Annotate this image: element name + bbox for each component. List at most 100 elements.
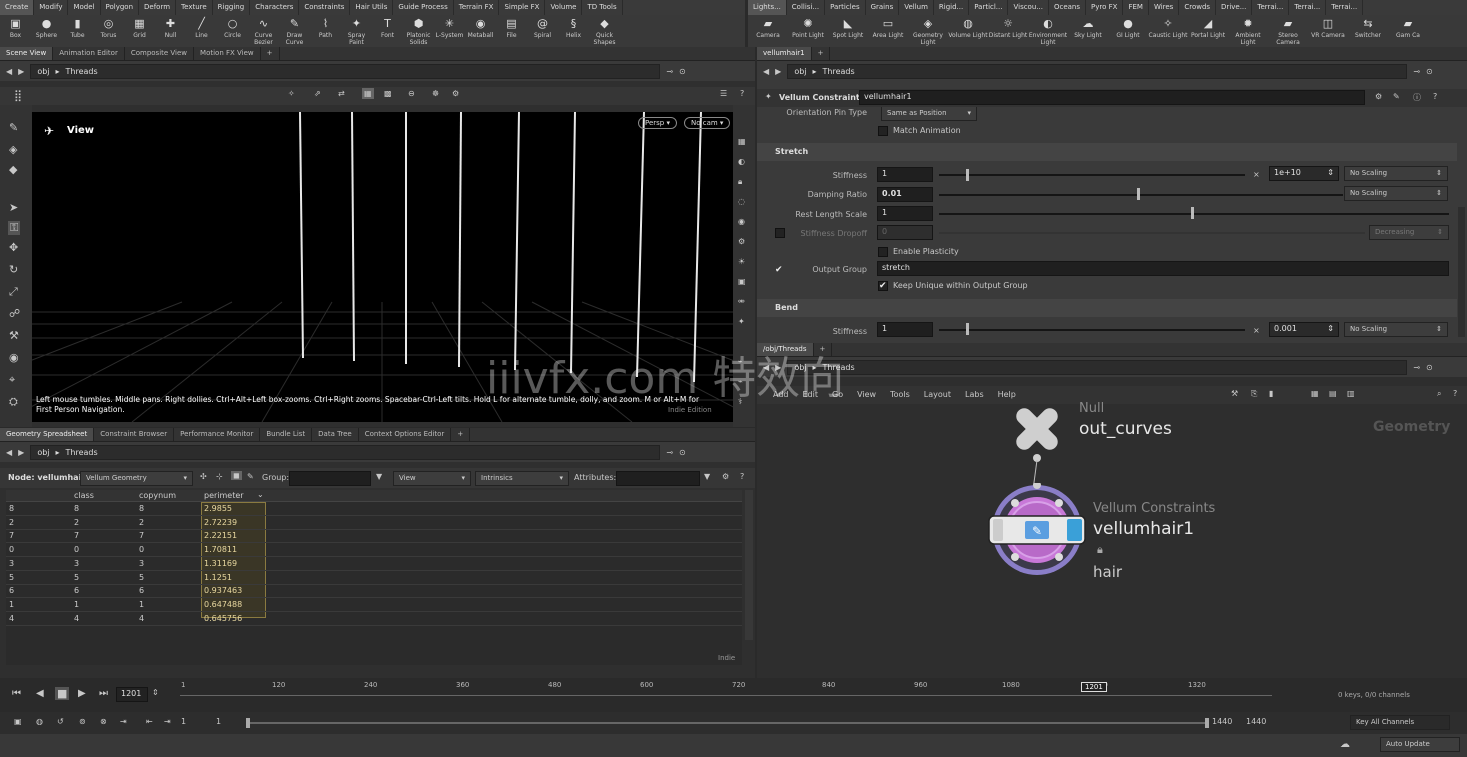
scope-icon[interactable]: ⇥: [120, 717, 127, 726]
lock-icon[interactable]: ⚿: [8, 221, 21, 235]
shelf-tool-button[interactable]: ◐ Environment Light: [1028, 17, 1068, 46]
shelf-tab[interactable]: Vellum: [899, 0, 934, 15]
intrinsics-menu[interactable]: Intrinsics ▾: [475, 471, 569, 486]
timeline-ruler[interactable]: [180, 695, 1272, 696]
back-arrow-icon[interactable]: ◀: [6, 448, 12, 457]
stop-icon[interactable]: ■: [55, 687, 70, 700]
shelf-tab[interactable]: Lights...: [748, 0, 787, 15]
attributes-field[interactable]: [616, 471, 700, 486]
shelf-tab[interactable]: Grains: [866, 0, 900, 15]
shelf-tab[interactable]: Model: [68, 0, 101, 15]
dropoff-mode-menu[interactable]: Decreasing ⇕: [1369, 225, 1449, 240]
bend-stiffness-slider-knob[interactable]: [966, 323, 969, 335]
shelf-tab[interactable]: Crowds: [1179, 0, 1217, 15]
shelf-tool-button[interactable]: ✦ Spray Paint: [341, 17, 372, 46]
table-row[interactable]: 0 0 0 1.70811: [6, 544, 742, 558]
stiffness-slider[interactable]: [939, 174, 1245, 176]
next-key-icon[interactable]: ⇥: [164, 717, 171, 726]
gear-icon[interactable]: ⚙: [1375, 92, 1382, 101]
rotate-icon[interactable]: ↻: [9, 263, 18, 276]
shelf-tool-button[interactable]: ◫ VR Camera: [1308, 17, 1348, 39]
damping-scaling-menu[interactable]: No Scaling ⇕: [1344, 186, 1448, 201]
range-end-value[interactable]: 1440: [1212, 717, 1232, 726]
jump-end-icon[interactable]: ⏭: [99, 688, 108, 699]
table-row[interactable]: 8 8 8 2.9855: [6, 503, 742, 516]
shelf-tab[interactable]: Constraints: [299, 0, 351, 15]
pin-icon[interactable]: ⊸: [666, 448, 673, 457]
column-header[interactable]: perimeter: [204, 491, 244, 500]
audio-icon[interactable]: ◍: [36, 717, 43, 726]
edit-icon[interactable]: ✎: [1393, 92, 1400, 101]
scene-path-field[interactable]: obj ▸ Threads: [30, 63, 661, 79]
rest-length-slider[interactable]: [939, 213, 1449, 215]
current-frame-field[interactable]: 1201: [116, 687, 148, 702]
color-icon[interactable]: ▮: [1269, 389, 1273, 398]
shelf-tab[interactable]: Particles: [825, 0, 866, 15]
shelf-tool-button[interactable]: ▰ Camera: [748, 17, 788, 39]
global-icon[interactable]: ⊗: [100, 717, 107, 726]
network-menu-item[interactable]: Layout: [924, 390, 951, 399]
shelf-tab[interactable]: Drive...: [1216, 0, 1253, 15]
range-slider[interactable]: [248, 722, 1208, 724]
tab-vellumhair1[interactable]: vellumhair1: [757, 47, 812, 60]
pose-icon[interactable]: ☍: [9, 307, 20, 320]
plasticity-checkbox[interactable]: [878, 247, 888, 257]
shelf-tab[interactable]: Terrai...: [1252, 0, 1290, 15]
range-start-value[interactable]: 1: [181, 717, 186, 726]
stretch-section[interactable]: Stretch: [757, 143, 1457, 161]
camera-menu[interactable]: No cam ▾: [684, 117, 731, 129]
persp-menu[interactable]: Persp ▾: [638, 117, 677, 129]
shelf-tab[interactable]: Pyro FX: [1086, 0, 1124, 15]
table-row[interactable]: 3 3 3 1.31169: [6, 558, 742, 571]
light-icon[interactable]: ☀: [738, 257, 745, 266]
bend-stiffness-slider[interactable]: [939, 329, 1245, 331]
shelf-tab[interactable]: TD Tools: [582, 0, 623, 15]
param-path-field[interactable]: obj ▸ Threads: [787, 63, 1408, 79]
tools-icon[interactable]: ⚒: [1231, 389, 1238, 398]
bg-icon[interactable]: ▣: [738, 277, 746, 286]
shelf-tab[interactable]: Create: [0, 0, 35, 15]
shelf-tool-button[interactable]: ◣ Spot Light: [828, 17, 868, 39]
frame-stepper-icon[interactable]: ⇕: [152, 688, 159, 697]
prev-key-icon[interactable]: ⇤: [146, 717, 153, 726]
paint-icon[interactable]: ◈: [9, 143, 17, 156]
settings-icon[interactable]: ⚙: [452, 89, 459, 98]
pane-tab[interactable]: Bundle List: [260, 428, 313, 441]
add-tab-button[interactable]: +: [812, 47, 831, 60]
select-snap-icon[interactable]: ⇗: [314, 89, 321, 98]
shelf-tool-button[interactable]: ▣ Box: [0, 17, 31, 39]
forward-arrow-icon[interactable]: ▶: [18, 67, 24, 76]
bend-section[interactable]: Bend: [757, 299, 1457, 317]
step-back-icon[interactable]: ◀: [36, 688, 44, 699]
stiffness-multiplier-field[interactable]: 1e+10 ⇕: [1269, 166, 1339, 181]
keep-unique-checkbox[interactable]: ✔: [878, 281, 888, 291]
primitives-icon[interactable]: ◼: [231, 471, 242, 480]
key-all-channels-button[interactable]: Key All Channels: [1350, 715, 1450, 730]
path-node[interactable]: Threads: [66, 67, 98, 76]
help-icon[interactable]: ?: [740, 89, 744, 98]
shelf-tab[interactable]: Modify: [34, 0, 69, 15]
current-frame-marker[interactable]: 1201: [1081, 682, 1107, 692]
render-region-icon[interactable]: ⌖: [9, 373, 15, 387]
shelf-tool-button[interactable]: ◢ Portal Light: [1188, 17, 1228, 39]
path-node[interactable]: Threads: [66, 448, 98, 457]
range-end-2-value[interactable]: 1440: [1246, 717, 1266, 726]
column-header[interactable]: copynum: [139, 491, 176, 500]
move-icon[interactable]: ✥: [9, 241, 18, 254]
loop-icon[interactable]: ↺: [57, 717, 64, 726]
add-tab-button[interactable]: +: [451, 428, 471, 441]
shelf-tab[interactable]: Particl...: [969, 0, 1009, 15]
shelf-tool-button[interactable]: ⬢ Platonic Solids: [403, 17, 434, 46]
stiffness-field[interactable]: 1: [877, 167, 933, 182]
link-icon[interactable]: ⊙: [679, 448, 686, 457]
network-menu-item[interactable]: Help: [998, 390, 1016, 399]
jump-start-icon[interactable]: ⏮: [12, 688, 21, 699]
link-icon[interactable]: ⊙: [679, 67, 686, 76]
link-icon[interactable]: ⊙: [1426, 363, 1433, 372]
shelf-tool-button[interactable]: @ Spiral: [527, 17, 558, 39]
shelf-tab[interactable]: Collisi...: [787, 0, 826, 15]
bend-multiplier-field[interactable]: 0.001 ⇕: [1269, 322, 1339, 337]
pane-tab[interactable]: Constraint Browser: [94, 428, 175, 441]
display-icon[interactable]: ▦: [738, 137, 746, 146]
pane-tab[interactable]: Scene View: [0, 47, 54, 60]
